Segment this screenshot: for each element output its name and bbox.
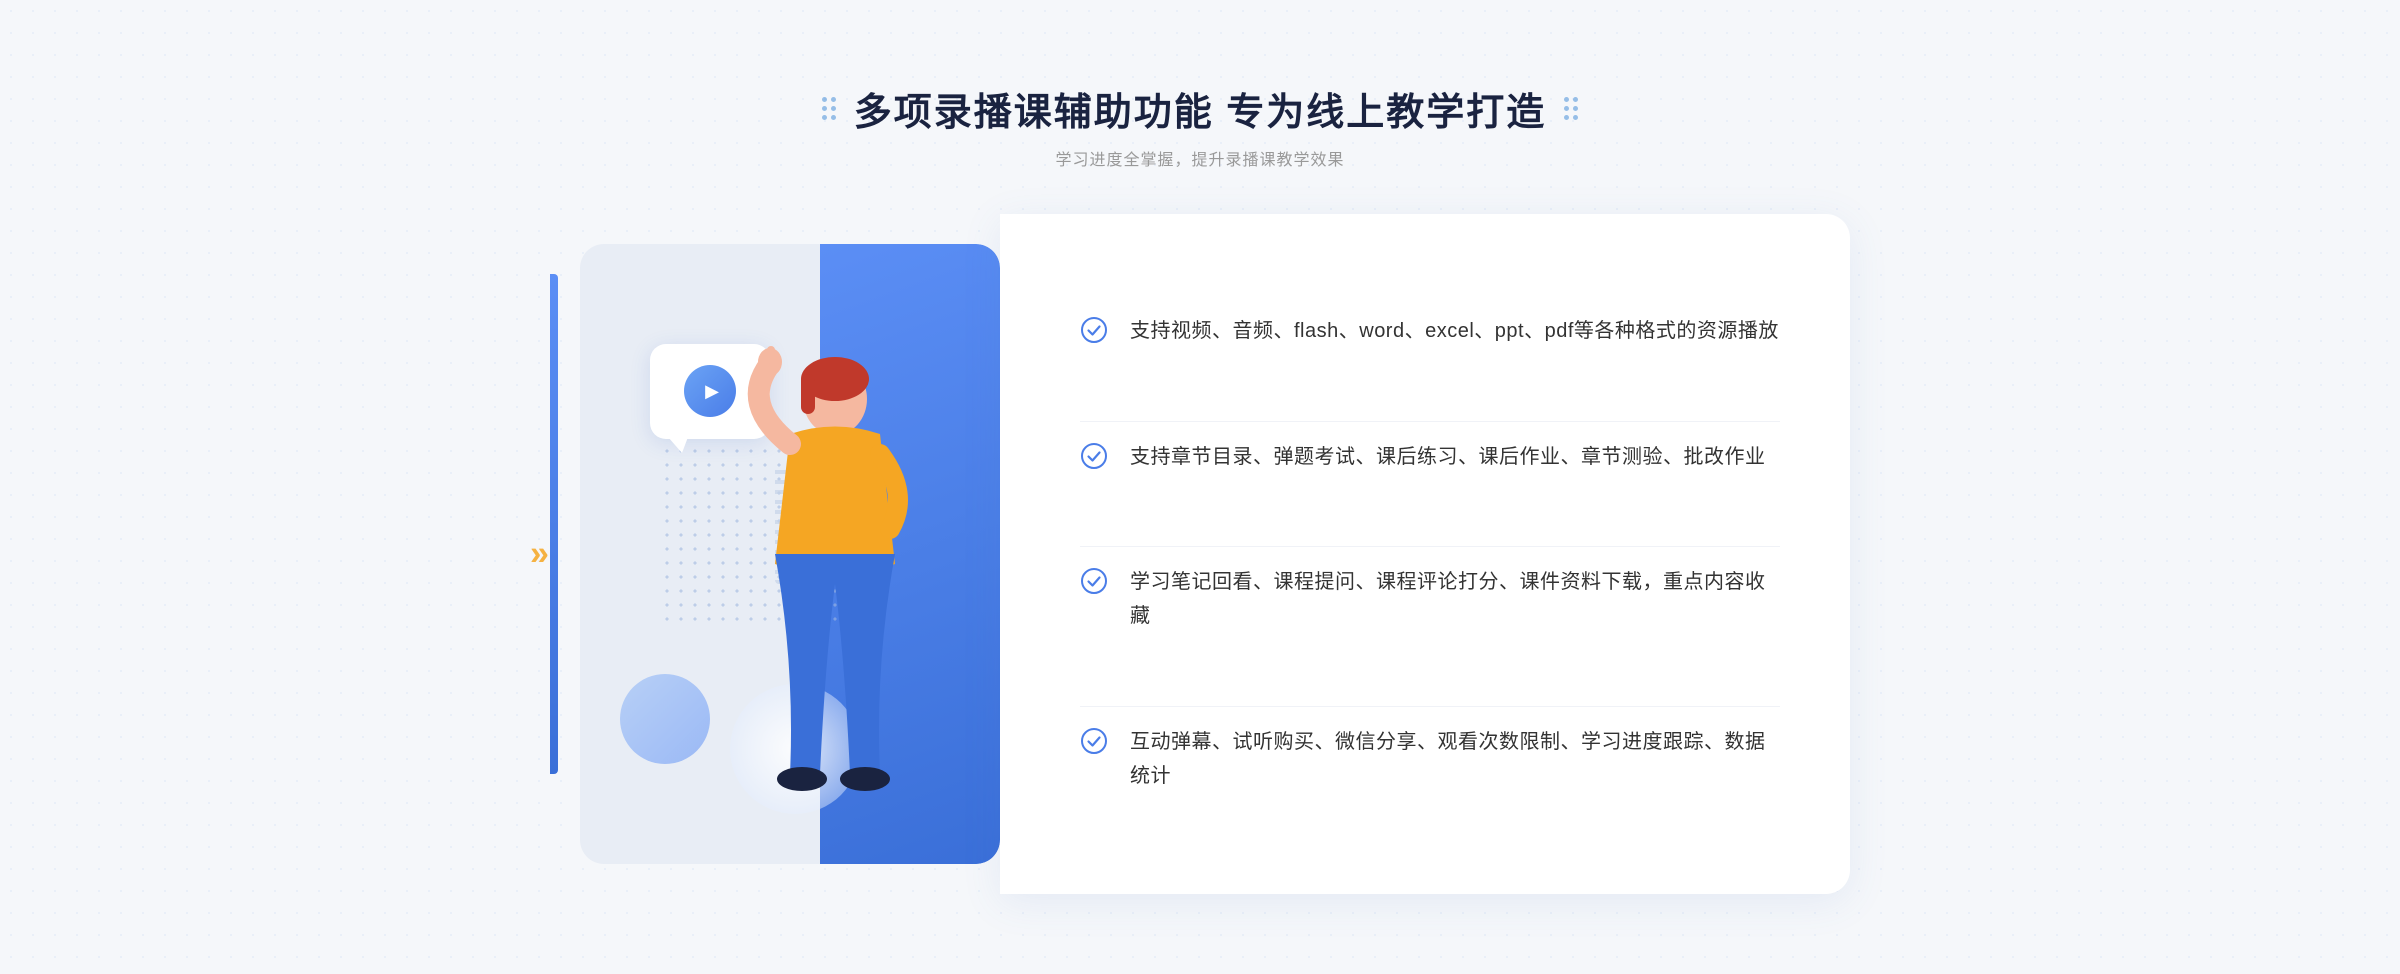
feature-text-3: 学习笔记回看、课程提问、课程评论打分、课件资料下载，重点内容收藏 xyxy=(1130,565,1780,633)
chevron-decoration: » xyxy=(530,534,541,573)
feature-item-3: 学习笔记回看、课程提问、课程评论打分、课件资料下载，重点内容收藏 xyxy=(1080,546,1780,651)
check-circle-icon-2 xyxy=(1080,442,1108,470)
feature-item-4: 互动弹幕、试听购买、微信分享、观看次数限制、学习进度跟踪、数据统计 xyxy=(1080,706,1780,811)
feature-text-4: 互动弹幕、试听购买、微信分享、观看次数限制、学习进度跟踪、数据统计 xyxy=(1130,725,1780,793)
page-title: 多项录播课辅助功能 专为线上教学打造 xyxy=(854,81,1547,136)
illustration-background xyxy=(580,244,1000,864)
feature-item-2: 支持章节目录、弹题考试、课后练习、课后作业、章节测验、批改作业 xyxy=(1080,421,1780,492)
check-circle-icon-4 xyxy=(1080,727,1108,755)
feature-text-1: 支持视频、音频、flash、word、excel、ppt、pdf等各种格式的资源… xyxy=(1130,314,1779,348)
check-circle-icon-3 xyxy=(1080,567,1108,595)
left-dots-decoration xyxy=(822,97,836,120)
person-figure xyxy=(680,344,940,864)
right-dots-decoration xyxy=(1564,97,1578,120)
feature-text-2: 支持章节目录、弹题考试、课后练习、课后作业、章节测验、批改作业 xyxy=(1130,440,1766,474)
check-circle-icon-1 xyxy=(1080,316,1108,344)
page-subtitle: 学习进度全掌握，提升录播课教学效果 xyxy=(822,146,1579,170)
main-card: » 支持视频、音频、flash、word、excel、ppt、pdf等各种格式的… xyxy=(550,214,1850,894)
page-container: 多项录播课辅助功能 专为线上教学打造 学习进度全掌握，提升录播课教学效果 xyxy=(0,0,2400,974)
title-row: 多项录播课辅助功能 专为线上教学打造 xyxy=(822,81,1579,136)
blue-accent-bar xyxy=(550,274,558,774)
feature-item-1: 支持视频、音频、flash、word、excel、ppt、pdf等各种格式的资源… xyxy=(1080,296,1780,366)
content-card: 支持视频、音频、flash、word、excel、ppt、pdf等各种格式的资源… xyxy=(1000,214,1850,894)
illustration-side: » xyxy=(550,214,1030,894)
page-header: 多项录播课辅助功能 专为线上教学打造 学习进度全掌握，提升录播课教学效果 xyxy=(822,81,1579,170)
